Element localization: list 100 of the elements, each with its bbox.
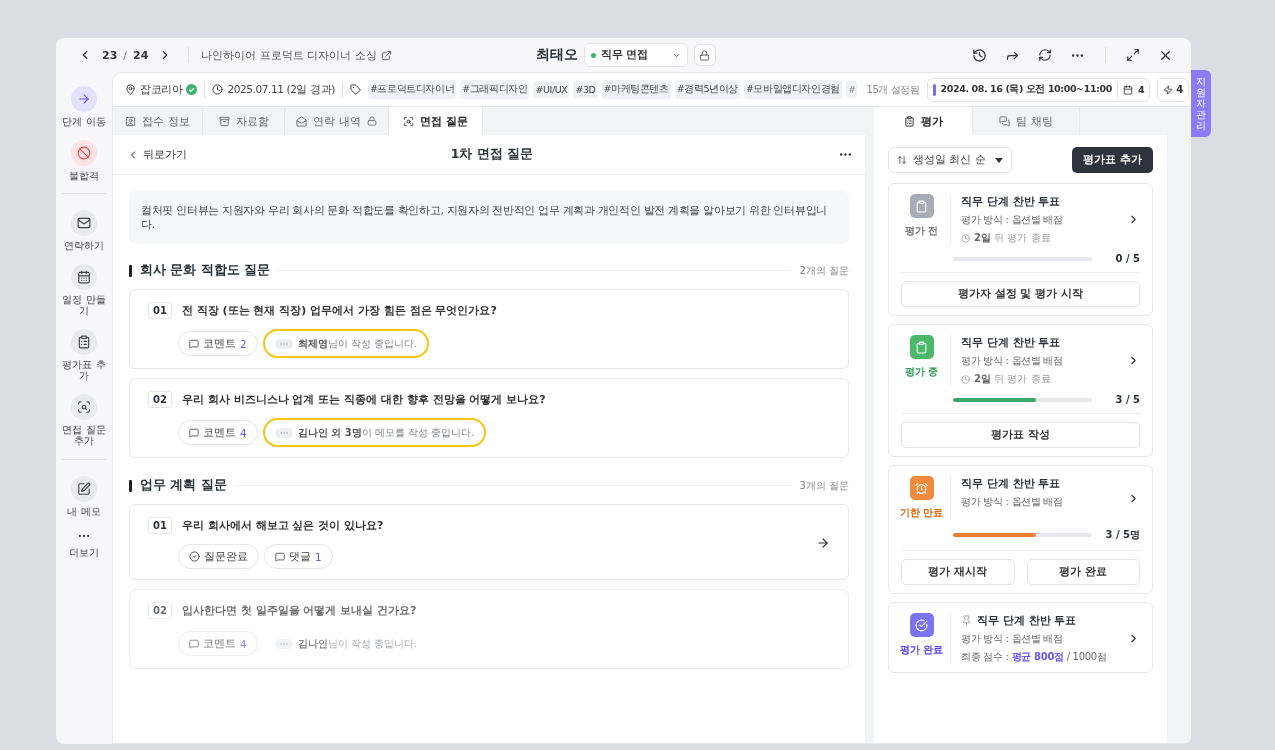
- complete-button[interactable]: 질문완료: [178, 544, 259, 570]
- question-card[interactable]: 02 우리 회사 비즈니스나 업계 또는 직종에 대한 향후 전망을 어떻게 보나요? 코멘트 4 김나인 외 3명이 메모를 작성 중입니다.: [129, 378, 849, 459]
- archive-icon: [218, 115, 230, 127]
- question-text: 우리 회사 비즈니스나 업계 또는 직종에 대한 향후 전망을 어떻게 보나요?: [181, 392, 546, 408]
- page-separator: /: [123, 48, 128, 62]
- refresh-icon[interactable]: [1038, 48, 1052, 62]
- calendar-icon: [1122, 84, 1133, 95]
- sidebar-action[interactable]: 면접 질문 추가: [62, 393, 106, 447]
- sidebar-action[interactable]: 연락하기: [64, 210, 104, 252]
- job-posting-link[interactable]: 나인하이어 프로덕트 디자이너 소싱: [201, 47, 392, 63]
- evaluation-title: 직무 단계 찬반 투표: [961, 476, 1061, 491]
- clock-icon: [961, 233, 970, 243]
- source-text: 잡코리아: [140, 82, 183, 97]
- sidebar-action[interactable]: 내 메모: [67, 475, 101, 517]
- question-card[interactable]: 01 우리 회사에서 해보고 싶은 것이 있나요? 질문완료 댓글 1: [129, 504, 849, 581]
- evaluation-card[interactable]: 평가 전 직무 단계 찬반 투표 평가 방식 : 옵션별 배점 2일 뒤 평가 종료 0 / 5 평가자 설정 및 평가 시작: [888, 183, 1153, 316]
- question-text: 입사한다면 첫 일주일을 어떻게 보내실 건가요?: [181, 603, 417, 619]
- search-square-icon: [77, 399, 91, 414]
- status-dot: [590, 52, 596, 58]
- question-number: 01: [148, 517, 172, 535]
- comment-button[interactable]: 댓글 1: [264, 544, 333, 570]
- tab[interactable]: 평가: [874, 107, 973, 135]
- tag-chip: #: [845, 81, 858, 98]
- applied-date: 2025.07.11 (2일 경과): [227, 82, 335, 97]
- question-count: 3개의 질문: [799, 478, 849, 493]
- progress-count: 0 / 5: [1114, 253, 1140, 264]
- sort-select[interactable]: 생성일 최신 순: [888, 147, 1012, 173]
- sidebar-action[interactable]: 평가표 추가: [62, 328, 106, 382]
- sidebar-action[interactable]: 더보기: [69, 529, 99, 559]
- user-square-icon: [125, 115, 137, 127]
- lock-icon: [699, 49, 710, 61]
- lock-button[interactable]: [693, 44, 716, 66]
- comment-button[interactable]: 코멘트 4: [178, 631, 258, 657]
- clock-icon: [961, 374, 970, 384]
- comment-icon: [189, 427, 199, 438]
- page-current: 23: [102, 48, 118, 62]
- evaluation-title: 직무 단계 찬반 투표: [961, 194, 1061, 209]
- tag-chip: #프로덕트디자이너: [367, 80, 457, 99]
- tab[interactable]: 면접 질문: [389, 107, 483, 135]
- typing-indicator: 최제영님이 작성 중입니다.: [262, 329, 430, 359]
- typing-indicator: 김나인님이 작성 중입니다.: [262, 629, 430, 659]
- evaluation-action-button[interactable]: 평가 완료: [1026, 559, 1140, 585]
- evaluation-action-button[interactable]: 평가표 작성: [901, 422, 1140, 448]
- external-link-icon: [380, 49, 392, 61]
- stage-select[interactable]: 직무 면접: [583, 43, 688, 67]
- bolt-icon: [1163, 84, 1174, 95]
- evaluation-method: 평가 방식 : 옵션별 배점: [961, 632, 1064, 646]
- evaluation-method: 평가 방식 : 옵션별 배점: [961, 213, 1064, 227]
- candidate-name: 최태오: [535, 46, 578, 64]
- status-label: 기한 만료: [899, 506, 944, 520]
- calendar-icon: [77, 269, 91, 284]
- tag-chip: #3D: [573, 81, 598, 98]
- page-total: 24: [133, 48, 149, 62]
- mail-icon: [77, 216, 91, 230]
- deadline-text: 2일 뒤 평가 종료: [974, 231, 1051, 245]
- clock-icon: [212, 84, 224, 95]
- comment-icon: [189, 338, 199, 349]
- evaluation-action-button[interactable]: 평가자 설정 및 평가 시작: [901, 281, 1140, 307]
- back-button[interactable]: 뒤로가기: [127, 147, 187, 162]
- final-score: 최종 점수 : 평균 800점 / 1000점: [961, 650, 1108, 664]
- tag-chip: #UI/UX: [533, 81, 570, 98]
- location-pin-icon: [125, 84, 136, 95]
- comment-button[interactable]: 코멘트 4: [178, 420, 258, 446]
- status-label: 평가 중: [904, 365, 939, 379]
- clipboard-icon: [77, 334, 91, 349]
- evaluation-card[interactable]: 평가 중 직무 단계 찬반 투표 평가 방식 : 옵션별 배점 2일 뒤 평가 종료 3 / 5 평가표 작성: [888, 324, 1153, 457]
- deadline-text: 2일 뒤 평가 종료: [974, 372, 1051, 386]
- evaluation-method: 평가 방식 : 옵션별 배점: [961, 354, 1064, 368]
- sidebar-action[interactable]: 단계 이동: [62, 86, 106, 128]
- typing-dots-icon: [274, 638, 293, 649]
- prohibited-icon: [77, 145, 91, 160]
- clipboard-icon: [903, 115, 915, 127]
- tag-count: 15개 설정됨: [866, 82, 920, 97]
- schedule-pill[interactable]: 2024. 08. 16 (목) 오전 10:00~11:00 4: [926, 77, 1151, 102]
- question-number: 02: [148, 391, 172, 409]
- evaluation-action-button[interactable]: 평가 재시작: [901, 559, 1015, 585]
- typing-indicator: 김나인 외 3명이 메모를 작성 중입니다.: [262, 418, 487, 448]
- question-text: 전 직장 (또는 현재 직장) 업무에서 가장 힘든 점은 무엇인가요?: [181, 303, 497, 319]
- question-card[interactable]: 02 입사한다면 첫 일주일을 어떻게 보내실 건가요? 코멘트 4 김나인님이 작성 중입니다.: [129, 589, 849, 670]
- evaluation-card[interactable]: 평가 완료 직무 단계 찬반 투표 평가 방식 : 옵션별 배점 최종 점수 : 평균 800점 / 1000점: [888, 602, 1153, 673]
- expand-icon[interactable]: [1126, 48, 1140, 62]
- typing-dots-icon: [274, 338, 293, 349]
- sidebar-action[interactable]: 일정 만들기: [62, 263, 106, 317]
- evaluation-card[interactable]: 기한 만료 직무 단계 찬반 투표 평가 방식 : 옵션별 배점 3 / 5명 평가 재시작 평가 완료: [888, 465, 1153, 594]
- arrow-right-icon: [77, 92, 91, 106]
- progress-count: 3 / 5명: [1104, 528, 1140, 542]
- status-label: 평가 완료: [899, 643, 944, 657]
- sort-icon: [897, 155, 907, 165]
- section-title: 업무 계획 질문: [140, 477, 227, 495]
- tag-chip: #마케팅콘텐츠: [601, 80, 671, 99]
- add-evaluation-button[interactable]: 평가표 추가: [1072, 147, 1153, 173]
- bolt-count-button[interactable]: 4: [1157, 77, 1190, 102]
- question-number: 02: [148, 602, 172, 620]
- question-number: 01: [148, 302, 172, 320]
- evaluation-method: 평가 방식 : 옵션별 배점: [961, 495, 1064, 509]
- edit-icon: [77, 481, 91, 496]
- history-icon[interactable]: [972, 47, 987, 63]
- comment-button[interactable]: 코멘트 2: [178, 331, 258, 357]
- question-card[interactable]: 01 전 직장 (또는 현재 직장) 업무에서 가장 힘든 점은 무엇인가요? 코멘트 2 최제영님이 작성 중입니다.: [129, 289, 849, 370]
- question-count: 2개의 질문: [799, 263, 849, 278]
